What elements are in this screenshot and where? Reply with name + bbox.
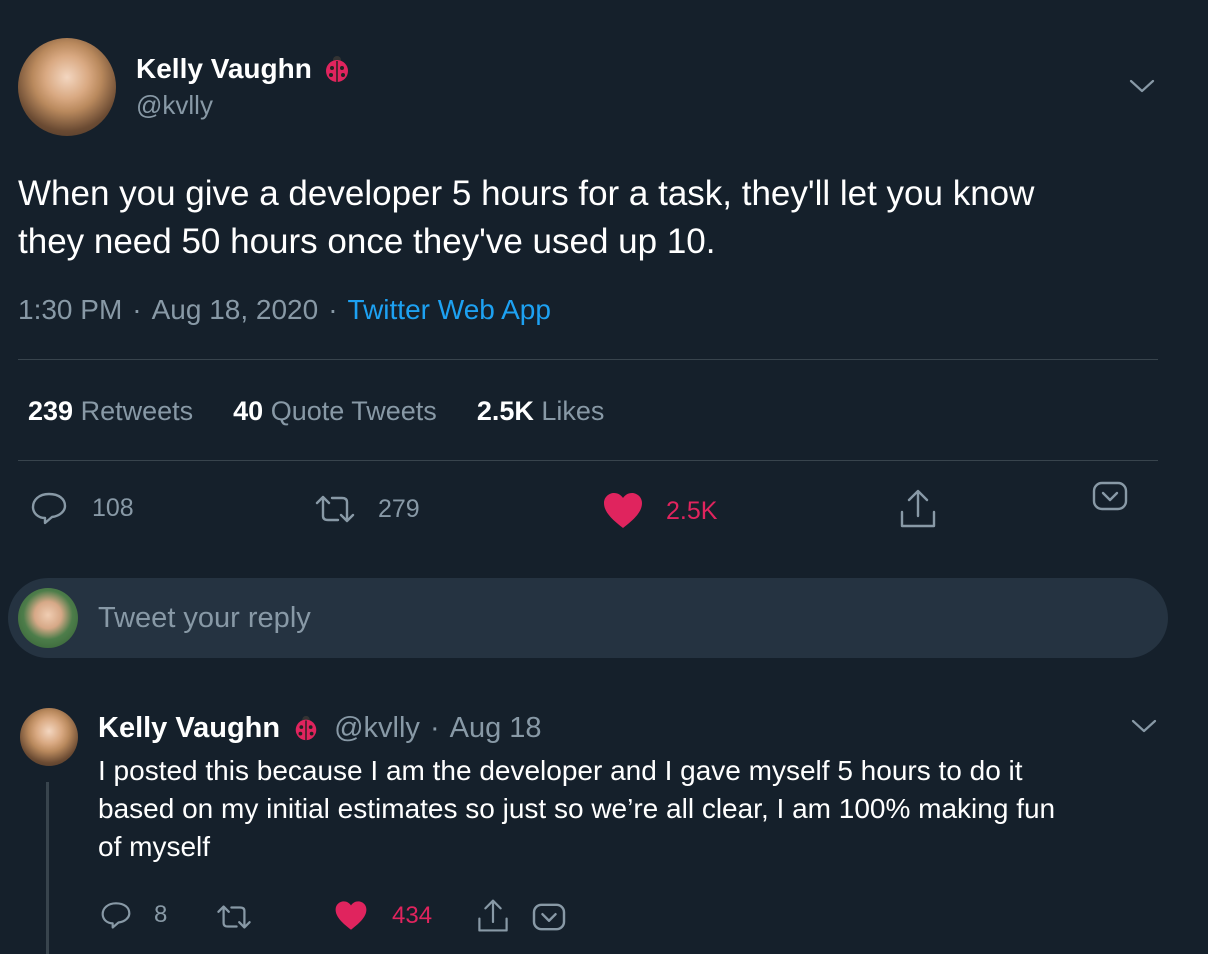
tweet-text-line: they need 50 hours once they've used up … [18, 222, 716, 261]
reply-reply-button[interactable]: 8 [100, 900, 167, 930]
tweet-text-line: When you give a developer 5 hours for a … [18, 174, 1035, 213]
author-name[interactable]: Kelly Vaughn [136, 53, 312, 85]
retweet-icon [312, 494, 358, 524]
divider [18, 460, 1158, 461]
reply-icon [100, 900, 132, 930]
retweet-icon[interactable] [214, 904, 254, 930]
current-user-avatar [18, 588, 78, 648]
tweet-date[interactable]: Aug 18, 2020 [152, 294, 319, 326]
tweet-source-link[interactable]: Twitter Web App [348, 294, 551, 326]
heart-icon [334, 900, 368, 932]
reply-like-button[interactable]: 434 [334, 900, 432, 932]
meta-separator: · [328, 294, 338, 325]
reply-header: Kelly Vaughn @kvlly · Aug 18 [98, 710, 542, 746]
retweets-count: 239 [28, 396, 74, 426]
likes-count: 2.5K [476, 396, 534, 426]
meta-separator: · [132, 294, 142, 325]
thread-line [46, 782, 49, 954]
divider [18, 359, 1158, 360]
like-button[interactable]: 2.5K [602, 492, 717, 530]
reply-text: I posted this because I am the developer… [98, 752, 1055, 866]
reply-like-count: 434 [392, 902, 433, 929]
retweet-button[interactable]: 279 [312, 494, 420, 524]
tweet-time[interactable]: 1:30 PM [18, 294, 122, 326]
share-icon[interactable] [898, 488, 938, 530]
reply-date[interactable]: Aug 18 [450, 712, 542, 745]
author-handle[interactable]: @kvlly [136, 90, 213, 121]
likes-label: Likes [541, 396, 605, 426]
reply-text-line: based on my initial estimates so just so… [98, 793, 1056, 824]
tweet-meta: 1:30 PM · Aug 18, 2020 · Twitter Web App [18, 294, 551, 326]
chevron-down-icon[interactable] [1130, 716, 1158, 736]
reply-composer[interactable]: Tweet your reply [8, 578, 1168, 658]
reply-count: 108 [92, 493, 134, 522]
reply-author-name[interactable]: Kelly Vaughn [98, 712, 280, 745]
quotes-label: Quote Tweets [270, 396, 437, 426]
reply-author-avatar[interactable] [20, 708, 78, 766]
reply-input[interactable]: Tweet your reply [98, 602, 311, 635]
bookmark-icon[interactable] [1092, 480, 1128, 512]
ladybug-icon [322, 54, 352, 84]
chevron-down-icon[interactable] [1128, 76, 1156, 96]
reply-icon [30, 490, 68, 526]
quotes-count: 40 [233, 396, 264, 426]
retweets-stat[interactable]: 239 Retweets [28, 396, 193, 427]
bookmark-icon[interactable] [532, 902, 566, 932]
author-name-row: Kelly Vaughn [136, 52, 352, 86]
ladybug-icon [292, 714, 320, 742]
retweet-count: 279 [378, 494, 420, 523]
author-avatar[interactable] [18, 38, 116, 136]
tweet-stats: 239 Retweets 40 Quote Tweets 2.5K Likes [28, 396, 604, 427]
reply-text-line: of myself [98, 831, 211, 862]
meta-separator: · [429, 711, 440, 744]
reply-reply-count: 8 [154, 901, 168, 928]
retweets-label: Retweets [80, 396, 194, 426]
tweet-text: When you give a developer 5 hours for a … [18, 170, 1034, 266]
share-icon[interactable] [476, 898, 510, 934]
like-count: 2.5K [666, 496, 718, 525]
heart-icon [602, 492, 644, 530]
likes-stat[interactable]: 2.5K Likes [477, 396, 605, 427]
quote-tweets-stat[interactable]: 40 Quote Tweets [233, 396, 437, 427]
reply-author-handle[interactable]: @kvlly [334, 712, 420, 745]
reply-text-line: I posted this because I am the developer… [98, 755, 1023, 786]
reply-button[interactable]: 108 [30, 490, 134, 526]
